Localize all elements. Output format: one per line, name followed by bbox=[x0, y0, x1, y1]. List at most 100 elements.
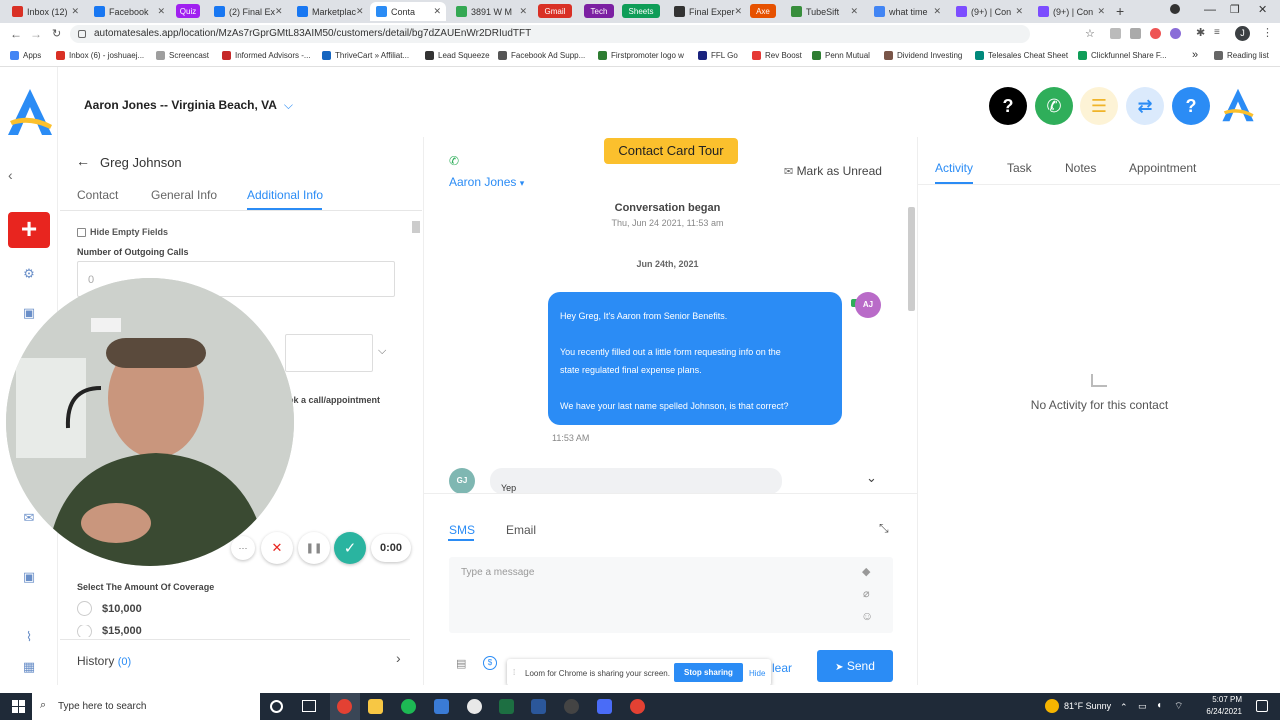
attachment-icon[interactable]: ⌀ bbox=[863, 587, 870, 600]
chevron-down-icon[interactable]: ⌵ bbox=[378, 345, 386, 358]
scrollbar-thumb[interactable] bbox=[412, 221, 420, 233]
close-tab-icon[interactable]: ✕ bbox=[71, 6, 79, 17]
browser-tab[interactable]: (9+) | Con ✕ bbox=[950, 2, 1028, 21]
radio-button[interactable] bbox=[77, 625, 92, 637]
app-icon[interactable] bbox=[467, 699, 482, 714]
browser-tab[interactable]: Sheets bbox=[622, 4, 660, 18]
browser-tab[interactable]: Facebook ✕ bbox=[88, 2, 170, 21]
account-switcher[interactable]: Aaron Jones -- Virginia Beach, VA ⌵ bbox=[84, 98, 293, 113]
bookmark-item[interactable]: ThriveCart » Affiliat... bbox=[322, 51, 409, 60]
expand-icon[interactable]: ⤡ bbox=[879, 521, 889, 536]
file-explorer-icon[interactable] bbox=[368, 699, 383, 714]
close-tab-icon[interactable]: ✕ bbox=[519, 6, 527, 17]
browser-tab[interactable]: Final Exper ✕ bbox=[668, 2, 744, 21]
taskbar-time[interactable]: 5:07 PM bbox=[1200, 695, 1242, 704]
bookmark-item[interactable]: Clickfunnel Share F... bbox=[1078, 51, 1167, 60]
recorder-pause-button[interactable]: ❚❚ bbox=[298, 532, 330, 564]
extension-icon[interactable] bbox=[1150, 28, 1161, 39]
bookmark-star-icon[interactable]: ☆ bbox=[1085, 27, 1095, 40]
scroll-down-icon[interactable]: ⌄ bbox=[866, 470, 877, 486]
browser-tab[interactable]: (9+) | Con ✕ bbox=[1032, 2, 1110, 21]
help-button[interactable]: ? bbox=[1172, 87, 1210, 125]
app-icon[interactable] bbox=[597, 699, 612, 714]
drag-handle-icon[interactable]: ⁞ bbox=[513, 668, 515, 677]
bookmark-item[interactable]: Apps bbox=[10, 51, 41, 60]
app-icon[interactable] bbox=[564, 699, 579, 714]
reload-icon[interactable]: ↻ bbox=[52, 27, 61, 40]
task-view-icon[interactable] bbox=[302, 700, 316, 712]
hide-button[interactable]: Hide bbox=[749, 669, 765, 678]
tab-task[interactable]: Task bbox=[1007, 161, 1032, 175]
browser-tab[interactable]: Marketplac ✕ bbox=[291, 2, 365, 21]
close-tab-icon[interactable]: ✕ bbox=[157, 6, 165, 17]
bookmark-item[interactable]: Dividend Investing bbox=[884, 51, 962, 60]
scrollbar-thumb[interactable] bbox=[908, 207, 915, 311]
bookmark-item[interactable]: Telesales Cheat Sheet bbox=[975, 51, 1068, 60]
reading-list-button[interactable]: Reading list bbox=[1214, 51, 1269, 60]
extension-icon[interactable] bbox=[1110, 28, 1121, 39]
compose-tab-sms[interactable]: SMS bbox=[449, 523, 475, 537]
notifications-icon[interactable] bbox=[1256, 700, 1268, 712]
minimize-icon[interactable]: — bbox=[1204, 2, 1216, 16]
browser-tab[interactable]: Gmail bbox=[538, 4, 572, 18]
webcam-bubble[interactable] bbox=[6, 278, 294, 566]
puzzle-extensions-icon[interactable]: ✱ bbox=[1196, 26, 1205, 39]
extension-icon[interactable] bbox=[1170, 28, 1181, 39]
calendar-icon[interactable]: ▦ bbox=[22, 660, 36, 674]
extension-icon[interactable] bbox=[1130, 28, 1141, 39]
radio-button[interactable] bbox=[77, 601, 92, 616]
url-bar[interactable]: automatesales.app/location/MzAs7rGprGMtL… bbox=[70, 25, 1030, 43]
media-icon[interactable]: ≡ bbox=[1214, 27, 1220, 38]
mail-icon[interactable]: ✉ bbox=[22, 511, 36, 525]
recorder-cancel-button[interactable]: ✕ bbox=[261, 532, 293, 564]
switch-button[interactable]: ⇄ bbox=[1126, 87, 1164, 125]
browser-tab[interactable]: Conta ✕ bbox=[370, 2, 446, 21]
phone-icon[interactable]: ✆ bbox=[449, 154, 459, 168]
template-icon[interactable]: ▤ bbox=[456, 657, 466, 670]
tab-appointment[interactable]: Appointment bbox=[1129, 161, 1196, 175]
profile-avatar[interactable]: J bbox=[1235, 26, 1250, 41]
spotify-icon[interactable] bbox=[401, 699, 416, 714]
coverage-option-15000[interactable]: $15,000 bbox=[77, 625, 142, 637]
bookmark-item[interactable]: FFL Go bbox=[698, 51, 738, 60]
browser-tab[interactable]: Quiz bbox=[176, 4, 200, 18]
close-tab-icon[interactable]: ✕ bbox=[1015, 6, 1023, 17]
close-window-icon[interactable]: ✕ bbox=[1258, 3, 1267, 16]
taskbar-date[interactable]: 6/24/2021 bbox=[1200, 707, 1242, 716]
tag-icon[interactable]: ◆ bbox=[862, 565, 870, 578]
clear-button[interactable]: lear bbox=[772, 661, 792, 675]
new-tab-button[interactable]: + bbox=[1116, 3, 1124, 19]
bookmarks-overflow-button[interactable]: » bbox=[1192, 49, 1198, 61]
bookmark-item[interactable]: Rev Boost bbox=[752, 51, 802, 60]
recorder-done-button[interactable]: ✓ bbox=[334, 532, 366, 564]
recorder-more-button[interactable]: ··· bbox=[231, 536, 255, 560]
coverage-option-10000[interactable]: $10,000 bbox=[77, 601, 142, 616]
close-tab-icon[interactable]: ✕ bbox=[850, 6, 858, 17]
excel-icon[interactable] bbox=[499, 699, 514, 714]
browser-tab[interactable]: (2) Final Ex ✕ bbox=[208, 2, 286, 21]
call-button[interactable]: ✆ bbox=[1035, 87, 1073, 125]
tab-additional-info[interactable]: Additional Info bbox=[247, 188, 323, 202]
contact-card-tour-button[interactable]: Contact Card Tour bbox=[604, 138, 738, 164]
browser-tab[interactable]: TubeSift ✕ bbox=[785, 2, 863, 21]
incoming-message-bubble[interactable]: Yep bbox=[490, 468, 782, 494]
tab-activity[interactable]: Activity bbox=[935, 161, 973, 175]
message-input[interactable]: Type a message bbox=[449, 557, 893, 633]
history-section[interactable]: History (0) bbox=[77, 654, 131, 668]
tray-chevron-icon[interactable]: ⌃ bbox=[1120, 702, 1128, 713]
browser-tab[interactable]: Inbox (12) ✕ bbox=[6, 2, 84, 21]
add-new-button[interactable]: + bbox=[8, 212, 50, 248]
chrome-icon[interactable] bbox=[337, 699, 352, 714]
contact-select[interactable]: Aaron Jones ▾ bbox=[449, 175, 524, 189]
back-arrow-icon[interactable]: ← bbox=[76, 153, 90, 169]
bookmark-item[interactable]: Informed Advisors -... bbox=[222, 51, 311, 60]
hide-empty-fields-toggle[interactable]: Hide Empty Fields bbox=[77, 227, 168, 237]
browser-tab[interactable]: what time ✕ bbox=[868, 2, 946, 21]
chrome-icon[interactable] bbox=[630, 699, 645, 714]
settings-icon[interactable]: ⚙ bbox=[22, 267, 36, 281]
close-tab-icon[interactable]: ✕ bbox=[433, 6, 441, 17]
bookmark-item[interactable]: Inbox (6) - joshuaej... bbox=[56, 51, 144, 60]
tasks-button[interactable]: ☰ bbox=[1080, 87, 1118, 125]
dollar-icon[interactable]: $ bbox=[483, 656, 497, 670]
close-tab-icon[interactable]: ✕ bbox=[933, 6, 941, 17]
